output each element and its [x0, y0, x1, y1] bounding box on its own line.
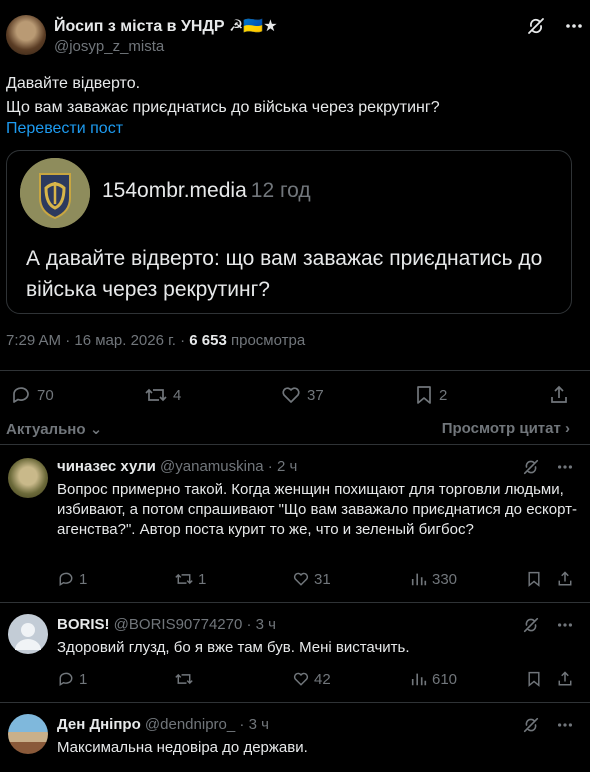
chevron-right-icon: › [565, 420, 570, 437]
analytics-icon [411, 673, 427, 686]
comment-icon [59, 672, 73, 687]
more-icon[interactable] [556, 616, 574, 639]
repost-icon [145, 388, 167, 402]
views-label: просмотра [230, 332, 306, 349]
quoted-post-card[interactable]: 154ombr.media 12 год А давайте відверто: … [6, 150, 572, 314]
post-header: Йосип з міста в УНДР ☭🇺🇦★ @josyp_z_mista [6, 12, 584, 58]
heart-icon [282, 387, 300, 403]
reply-header: чиназес хули @yanamuskina · 2 ч [57, 458, 298, 475]
reply-bookmark-button[interactable] [526, 670, 542, 688]
more-icon[interactable] [564, 16, 584, 36]
reply-repost-button[interactable]: 1 [174, 570, 206, 588]
more-icon[interactable] [556, 716, 574, 739]
post-meta: 7:29 AM · 16 мар. 2026 г. · 6 653 просмо… [6, 332, 306, 349]
analytics-icon [411, 573, 427, 586]
post-text: Давайте відверто. Що вам заважає приєдна… [6, 72, 584, 120]
reply-avatar[interactable] [8, 614, 48, 654]
reply-like-button[interactable]: 42 [292, 670, 331, 688]
grok-icon[interactable] [522, 458, 540, 481]
post-header-actions [526, 16, 584, 36]
view-count: 6 653 [189, 332, 227, 349]
reply-item[interactable]: BORIS! @BORIS90774270 · 3 ч Здоровий глу… [0, 602, 590, 702]
author-handle[interactable]: @josyp_z_mista [54, 38, 164, 55]
reply-header-actions [522, 716, 574, 739]
sort-relevant[interactable]: Актуально ⌄ [6, 420, 102, 438]
post-text-line: Давайте відверто. [6, 75, 141, 92]
reply-repost-button[interactable] [174, 670, 198, 688]
reply-share-button[interactable] [556, 670, 574, 688]
reply-actions: 1 1 31 330 [0, 570, 590, 590]
grok-icon[interactable] [526, 16, 546, 36]
bookmark-icon [528, 671, 540, 687]
reply-author-name[interactable]: Ден Дніпро [57, 716, 141, 733]
more-icon[interactable] [556, 458, 574, 481]
default-avatar-icon [15, 623, 41, 650]
reply-author-name[interactable]: BORIS! [57, 616, 110, 633]
reply-header-actions [522, 458, 574, 481]
quote-avatar [20, 158, 90, 228]
reply-avatar[interactable] [8, 714, 48, 754]
brigade-emblem-icon [20, 158, 90, 228]
post-date[interactable]: 16 мар. 2026 г. [74, 332, 176, 349]
reply-text: Максимальна недовіра до держави. [57, 739, 308, 756]
reply-reply-button[interactable]: 1 [57, 670, 87, 688]
reply-share-button[interactable] [556, 570, 574, 588]
reply-views-button[interactable]: 330 [410, 570, 457, 588]
reply-item[interactable]: чиназес хули @yanamuskina · 2 ч Вопрос п… [0, 444, 590, 602]
reply-author-handle[interactable]: @BORIS90774270 [114, 616, 243, 633]
reply-header-actions [522, 616, 574, 639]
grok-icon[interactable] [522, 716, 540, 739]
reply-time[interactable]: 2 ч [277, 458, 297, 475]
quote-source: 154ombr.media 12 год [102, 179, 311, 203]
repost-icon [175, 573, 193, 585]
reply-avatar[interactable] [8, 458, 48, 498]
post-text-line: Що вам заважає приєднатись до війська че… [6, 99, 440, 116]
quote-time: 12 год [250, 179, 311, 202]
repost-icon [175, 673, 193, 685]
reply-views-button[interactable]: 610 [410, 670, 457, 688]
quote-source-name[interactable]: 154ombr.media [102, 179, 247, 202]
chevron-down-icon: ⌄ [89, 421, 103, 438]
reply-button[interactable]: 70 [10, 384, 54, 406]
reply-like-button[interactable]: 31 [292, 570, 331, 588]
reply-reply-button[interactable]: 1 [57, 570, 87, 588]
reply-bookmark-button[interactable] [526, 570, 542, 588]
reply-author-handle[interactable]: @yanamuskina [160, 458, 264, 475]
repost-button[interactable]: 4 [144, 384, 181, 406]
post-time[interactable]: 7:29 AM [6, 332, 61, 349]
bookmark-icon [417, 386, 431, 404]
reply-time[interactable]: 3 ч [249, 716, 269, 733]
comment-icon [13, 387, 29, 403]
heart-icon [293, 672, 309, 686]
reply-author-handle[interactable]: @dendnipro_ [145, 716, 235, 733]
reply-header: BORIS! @BORIS90774270 · 3 ч [57, 616, 276, 633]
view-quotes-link[interactable]: Просмотр цитат › [442, 420, 570, 437]
reply-text: Вопрос примерно такой. Когда женщин похи… [57, 481, 577, 538]
divider [0, 370, 590, 371]
bookmark-icon [528, 571, 540, 587]
replies-sort-bar: Актуально ⌄ Просмотр цитат › [6, 420, 584, 440]
comment-icon [59, 572, 73, 587]
author-name[interactable]: Йосип з міста в УНДР ☭🇺🇦★ [54, 16, 278, 36]
reply-author-name[interactable]: чиназес хули [57, 458, 156, 475]
like-button[interactable]: 37 [280, 384, 324, 406]
share-button[interactable] [548, 384, 570, 406]
bookmark-button[interactable]: 2 [414, 384, 447, 406]
reply-header: Ден Дніпро @dendnipro_ · 3 ч [57, 716, 269, 733]
post-actions: 70 4 37 2 [0, 384, 590, 410]
reply-item[interactable]: Ден Дніпро @dendnipro_ · 3 ч Максимальна… [0, 702, 590, 772]
reply-text: Здоровий глузд, бо я вже там був. Мені в… [57, 639, 410, 656]
quote-text: А давайте відверто: що вам заважає приєд… [26, 247, 543, 301]
heart-icon [293, 572, 309, 586]
reply-time[interactable]: 3 ч [256, 616, 276, 633]
share-icon [558, 571, 572, 586]
author-avatar[interactable] [6, 15, 46, 55]
grok-icon[interactable] [522, 616, 540, 639]
reply-actions: 1 42 610 [0, 670, 590, 690]
translate-link[interactable]: Перевести пост [6, 120, 123, 138]
share-icon [558, 671, 572, 686]
share-icon [551, 385, 567, 403]
